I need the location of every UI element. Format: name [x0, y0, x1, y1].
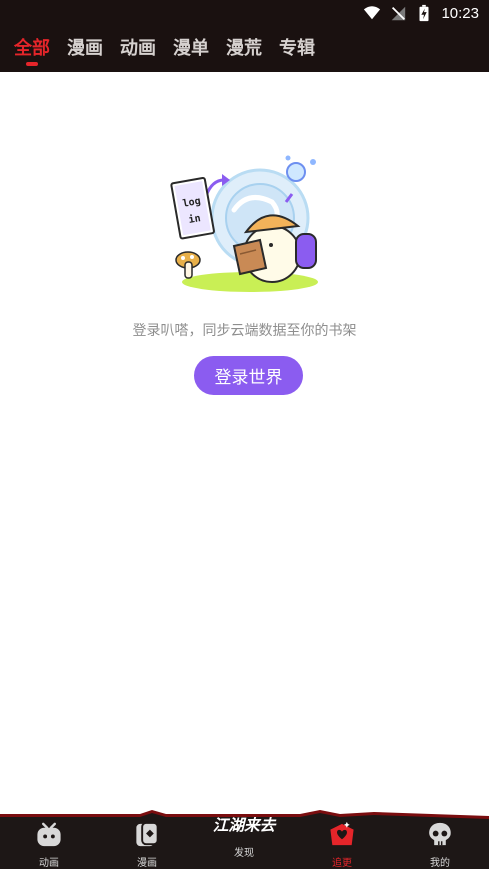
nav-item-comics[interactable]: 漫画: [112, 820, 182, 869]
login-button[interactable]: 登录世界: [194, 356, 303, 395]
empty-state-message: 登录叭嗒，同步云端数据至你的书架: [132, 323, 357, 339]
wifi-icon: [364, 6, 381, 20]
status-bar: 10:23: [0, 0, 489, 28]
category-tabs: 全部 漫画 动画 漫单 漫荒 专辑: [14, 34, 315, 66]
tab-animation[interactable]: 动画: [120, 34, 156, 66]
skull-icon: [429, 822, 451, 846]
card-icon: [136, 821, 159, 847]
discover-logo-text: 江湖来去: [213, 816, 277, 835]
top-header: 10:23 全部 漫画 动画 漫单 漫荒 专辑: [0, 0, 489, 72]
nav-label-animation: 动画: [39, 858, 59, 869]
nav-item-animation[interactable]: 动画: [14, 820, 84, 869]
tab-all[interactable]: 全部: [14, 34, 50, 66]
login-illustration: log in: [170, 155, 318, 292]
nav-label-me: 我的: [430, 858, 450, 869]
battery-charging-icon: [419, 4, 429, 22]
nav-item-discover[interactable]: 江湖来去 发现: [209, 810, 279, 859]
tab-comic-lists[interactable]: 漫单: [173, 34, 209, 66]
tab-albums[interactable]: 专辑: [279, 34, 315, 66]
nav-item-me[interactable]: 我的: [405, 820, 475, 869]
nav-label-discover: 发现: [234, 848, 254, 859]
tab-comic-dormant[interactable]: 漫荒: [226, 34, 262, 66]
tab-comics[interactable]: 漫画: [67, 34, 103, 66]
status-time: 10:23: [441, 4, 479, 22]
heart-box-icon: [330, 821, 354, 846]
tv-icon: [37, 822, 61, 847]
status-icons: 10:23: [363, 4, 479, 22]
discover-logo: 江湖来去: [213, 816, 277, 835]
signal-off-icon: [392, 6, 406, 21]
sign-text-in: in: [188, 212, 202, 226]
bottom-navigation: 动画 漫画 江湖来去 发现 追更 我的: [0, 808, 489, 869]
nav-label-comics: 漫画: [137, 858, 157, 869]
nav-label-following: 追更: [332, 858, 352, 869]
app-screen: 10:23 全部 漫画 动画 漫单 漫荒 专辑 log in 登录叭嗒，同步云端…: [0, 0, 489, 869]
nav-item-following[interactable]: 追更: [307, 820, 377, 869]
